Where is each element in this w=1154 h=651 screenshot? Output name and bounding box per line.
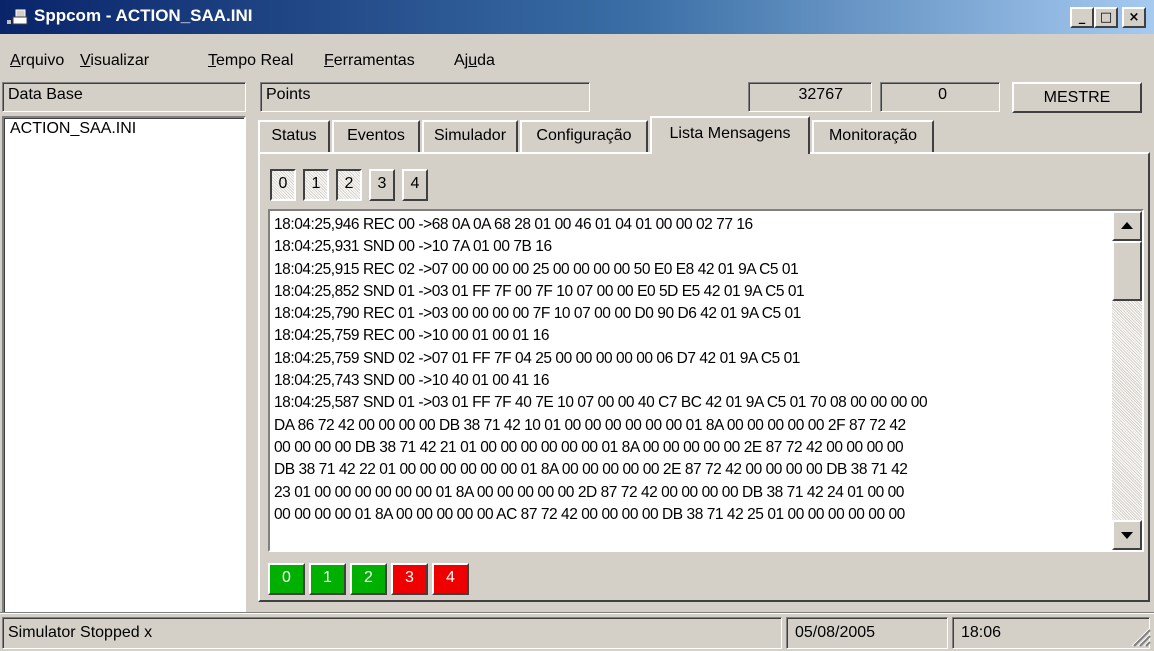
maximize-button[interactable]: □: [1094, 7, 1118, 28]
counter-field-2: 0: [880, 82, 1000, 112]
log-line: 18:04:25,759 REC 00 ->10 00 01 00 01 16: [274, 327, 550, 345]
arrow-up-icon: [1121, 222, 1133, 229]
counter-value-2: 0: [938, 86, 947, 103]
counter-value-1: 32767: [798, 86, 844, 103]
log-line: 18:04:25,915 REC 02 ->07 00 00 00 00 25 …: [274, 260, 799, 278]
database-header-label: Data Base: [8, 86, 83, 103]
tab-lista-mensagens[interactable]: Lista Mensagens: [650, 116, 810, 154]
channel-filter-button-3[interactable]: 3: [369, 169, 395, 201]
channel-filter-button-1[interactable]: 1: [303, 169, 329, 201]
tab-status[interactable]: Status: [258, 120, 330, 152]
log-line: 00 00 00 00 01 8A 00 00 00 00 00 AC 87 7…: [274, 505, 905, 523]
status-date-text: 05/08/2005: [795, 624, 876, 641]
channel-filter-button-4[interactable]: 4: [402, 169, 428, 201]
tab-eventos[interactable]: Eventos: [332, 120, 420, 152]
menu-visualizar[interactable]: Visualizar: [80, 52, 149, 70]
scroll-up-button[interactable]: [1112, 211, 1142, 241]
scroll-down-button[interactable]: [1112, 520, 1142, 550]
menu-ferramentas[interactable]: Ferramentas: [324, 52, 415, 70]
channel-status-indicator-0: 0: [268, 563, 305, 595]
log-line: 18:04:25,587 SND 01 ->03 01 FF 7F 40 7E …: [274, 394, 928, 412]
minimize-button[interactable]: _: [1070, 7, 1094, 28]
tab-configuracao[interactable]: Configuração: [520, 120, 648, 152]
menu-bar: Arquivo Visualizar Tempo Real Ferramentas Aj…: [0, 47, 1154, 77]
log-line: 18:04:25,743 SND 00 ->10 40 01 00 41 16: [274, 372, 550, 390]
statusbar-separator: [0, 612, 1154, 614]
points-field: Points: [260, 82, 590, 112]
tab-monitoracao[interactable]: Monitoração: [812, 120, 934, 152]
arrow-down-icon: [1121, 532, 1133, 539]
menu-arquivo[interactable]: Arquivo: [10, 52, 64, 70]
channel-status-indicator-4: 4: [432, 563, 469, 595]
log-line: 18:04:25,852 SND 01 ->03 01 FF 7F 00 7F …: [274, 282, 805, 300]
status-time: 18:06: [952, 617, 1150, 649]
log-line: 18:04:25,946 REC 00 ->68 0A 0A 68 28 01 …: [274, 216, 753, 233]
menu-ajuda[interactable]: Ajuda: [454, 52, 495, 70]
menu-tempo-real[interactable]: Tempo Real: [208, 52, 293, 70]
scroll-thumb[interactable]: [1112, 241, 1142, 301]
title-bar[interactable]: Sppcom - ACTION_SAA.INI _ □ ×: [0, 0, 1154, 34]
log-scrollbar[interactable]: [1112, 211, 1142, 550]
log-line: DB 38 71 42 22 01 00 00 00 00 00 00 01 8…: [274, 461, 908, 479]
log-line: 23 01 00 00 00 00 00 00 01 8A 00 00 00 0…: [274, 483, 904, 501]
log-line: 18:04:25,931 SND 00 ->10 7A 01 00 7B 16: [274, 238, 552, 256]
log-line: 00 00 00 00 DB 38 71 42 21 01 00 00 00 0…: [274, 438, 904, 456]
channel-filter-button-0[interactable]: 0: [270, 169, 296, 201]
log-line: 18:04:25,759 SND 02 ->07 01 FF 7F 04 25 …: [274, 349, 800, 367]
log-line: 18:04:25,790 REC 01 ->03 00 00 00 00 7F …: [274, 305, 801, 323]
status-time-text: 18:06: [961, 624, 1002, 641]
channel-status-indicator-1: 1: [309, 563, 346, 595]
resize-grip-icon[interactable]: [1128, 624, 1152, 648]
database-list-item[interactable]: ACTION_SAA.INI: [10, 120, 136, 138]
log-line: DA 86 72 42 00 00 00 00 DB 38 71 42 10 0…: [274, 416, 906, 434]
channel-status-indicator-2: 2: [350, 563, 387, 595]
status-message: Simulator Stopped x: [2, 617, 782, 649]
app-icon: [7, 9, 28, 25]
close-button[interactable]: ×: [1122, 7, 1146, 28]
channel-filter-button-2[interactable]: 2: [336, 169, 362, 201]
tab-simulador[interactable]: Simulador: [422, 120, 518, 152]
message-log[interactable]: 18:04:25,946 REC 00 ->68 0A 0A 68 28 01 …: [268, 209, 1144, 552]
window-title: Sppcom - ACTION_SAA.INI: [34, 6, 253, 25]
database-list[interactable]: ACTION_SAA.INI: [2, 116, 246, 614]
points-label: Points: [266, 86, 311, 103]
status-date: 05/08/2005: [786, 617, 948, 649]
counter-field-1: 32767: [748, 82, 872, 112]
database-header: Data Base: [2, 82, 246, 112]
channel-status-indicator-3: 3: [391, 563, 428, 595]
status-text: Simulator Stopped x: [8, 624, 153, 641]
mestre-button[interactable]: MESTRE: [1012, 82, 1142, 113]
